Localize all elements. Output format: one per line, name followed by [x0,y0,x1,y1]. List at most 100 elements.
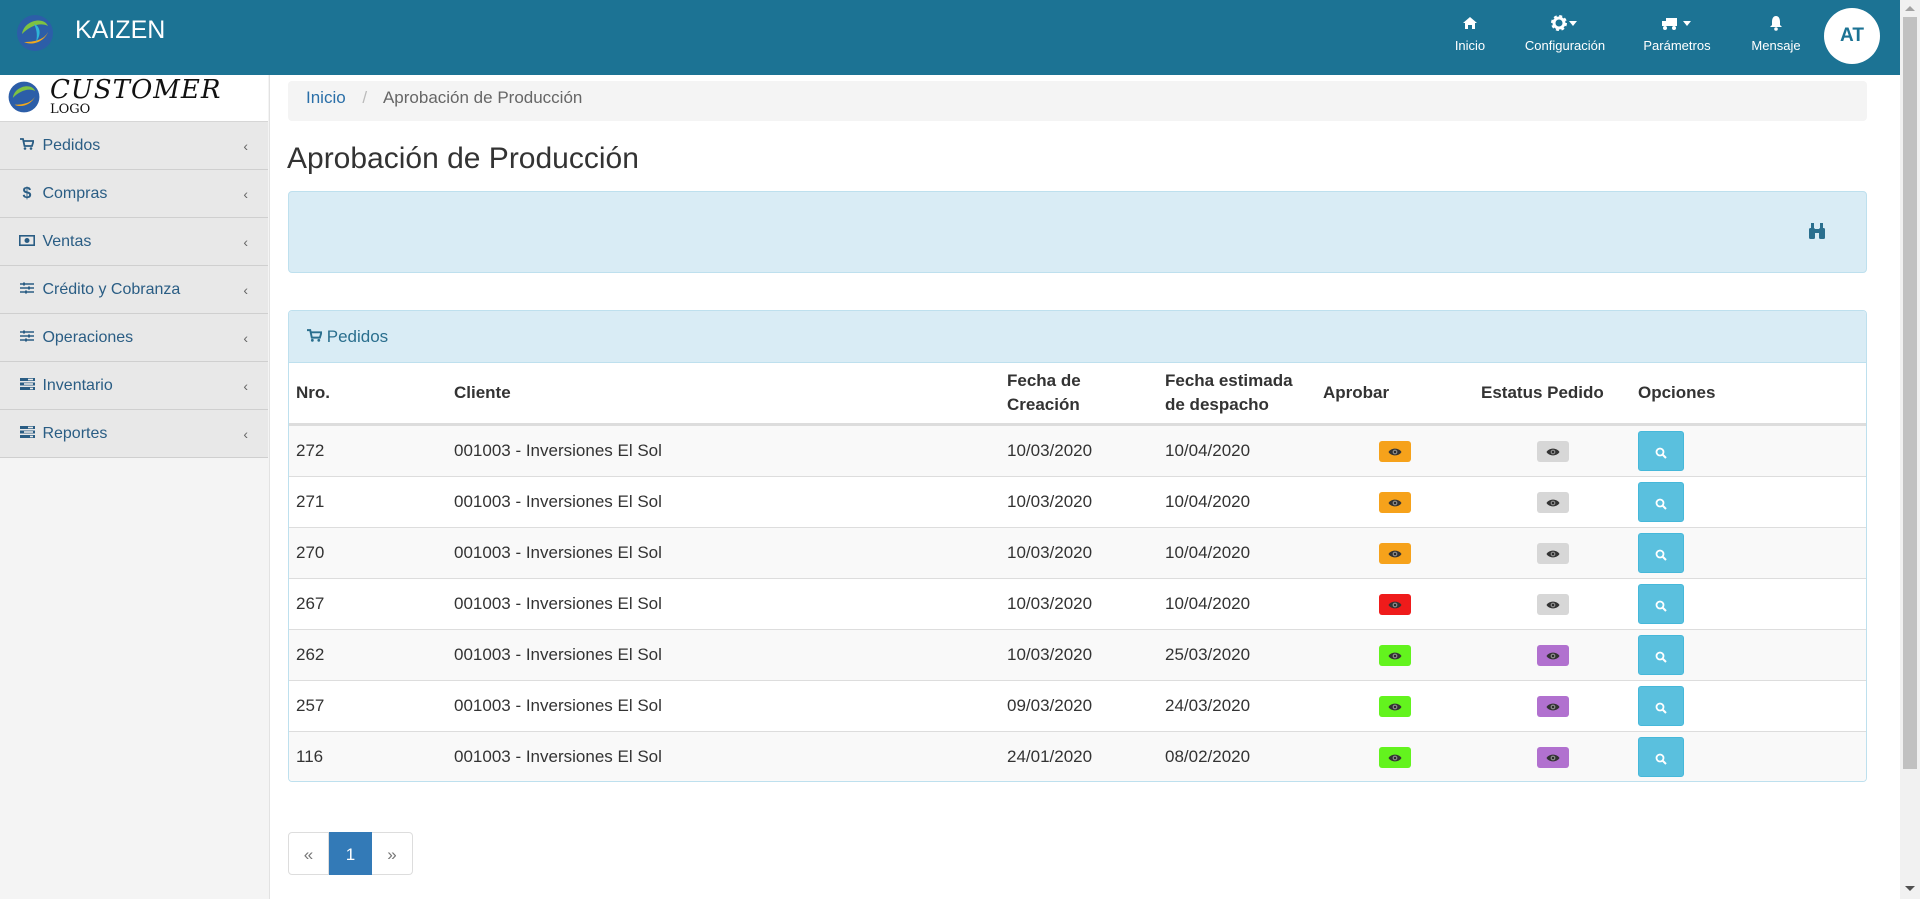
status-eye-badge[interactable] [1536,542,1569,564]
sidebar-item-operaciones[interactable]: Operaciones ‹ [0,314,268,362]
chevron-left-icon: ‹ [243,234,248,250]
cart-icon [19,122,35,170]
approve-eye-badge[interactable] [1379,542,1411,564]
column-header-fecha-despacho[interactable]: Fecha estimada de despacho [1158,363,1316,426]
table-row: 270 001003 - Inversiones El Sol 10/03/2020… [289,527,1866,579]
brand-name[interactable]: KAIZEN [75,16,165,45]
status-eye-badge[interactable] [1536,695,1569,717]
view-order-button[interactable] [1638,584,1684,624]
cell-cliente: 001003 - Inversiones El Sol [447,476,1000,528]
column-header-nro[interactable]: Nro. [289,363,447,426]
cell-nro: 116 [289,731,447,781]
table-row: 257 001003 - Inversiones El Sol 09/03/2020… [289,680,1866,732]
cell-fecha-creacion: 10/03/2020 [1000,476,1158,528]
column-header-estatus[interactable]: Estatus Pedido [1474,363,1631,426]
status-eye-badge[interactable] [1536,644,1569,666]
column-header-opciones[interactable]: Opciones [1631,363,1866,426]
orders-panel: Pedidos Nro. Cliente Fecha de Creación F… [288,310,1867,782]
eye-icon [1546,442,1560,461]
breadcrumb-current: Aprobación de Producción [382,88,583,107]
cell-fecha-despacho: 25/03/2020 [1158,629,1316,681]
search-icon [1655,442,1667,461]
eye-icon [1546,595,1560,614]
cell-nro: 267 [289,578,447,630]
eye-icon [1388,697,1402,716]
cell-nro: 272 [289,424,447,477]
kaizen-logo-icon[interactable] [14,12,56,54]
view-order-button[interactable] [1638,737,1684,777]
cell-nro: 257 [289,680,447,732]
cell-fecha-despacho: 10/04/2020 [1158,476,1316,528]
cell-opciones [1631,578,1866,630]
cell-nro: 262 [289,629,447,681]
tasks-icon [19,362,35,410]
search-icon [1655,544,1667,563]
scroll-down-arrow-icon[interactable] [1905,886,1915,891]
sidebar-item-credito-y-cobranza[interactable]: Crédito y Cobranza ‹ [0,266,268,314]
scrollbar[interactable] [1900,0,1920,899]
eye-icon [1546,493,1560,512]
cell-aprobar [1316,527,1474,579]
eye-icon [1546,646,1560,665]
view-order-button[interactable] [1638,686,1684,726]
eye-icon [1546,748,1560,767]
chevron-left-icon: ‹ [243,186,248,202]
sidebar-item-compras[interactable]: $ Compras ‹ [0,170,268,218]
status-eye-badge[interactable] [1536,746,1569,768]
scroll-up-arrow-icon[interactable] [1905,6,1915,11]
status-eye-badge[interactable] [1536,593,1569,615]
user-avatar[interactable]: AT [1824,8,1880,64]
pagination-page-1[interactable]: 1 [329,832,372,875]
cell-aprobar [1316,629,1474,681]
nav-mensaje-label: Mensaje [1751,38,1801,53]
nav-parametros[interactable]: Parámetros [1640,15,1714,53]
approve-eye-badge[interactable] [1379,746,1411,768]
binoculars-icon[interactable] [1808,222,1826,245]
pagination-prev[interactable]: « [288,832,329,875]
nav-mensaje[interactable]: Mensaje [1746,15,1806,53]
cell-estatus [1474,731,1631,781]
approve-eye-badge[interactable] [1379,593,1411,615]
search-icon [1655,493,1667,512]
table-header-row: Nro. Cliente Fecha de Creación Fecha est… [289,363,1866,426]
nav-inicio[interactable]: Inicio [1448,15,1492,53]
cell-aprobar [1316,476,1474,528]
approve-eye-badge[interactable] [1379,491,1411,513]
pagination-next[interactable]: » [372,832,413,875]
cell-opciones [1631,731,1866,781]
view-order-button[interactable] [1638,533,1684,573]
approve-eye-badge[interactable] [1379,644,1411,666]
eye-icon [1388,544,1402,563]
column-header-cliente[interactable]: Cliente [447,363,1000,426]
filter-panel [288,191,1867,273]
view-order-button[interactable] [1638,431,1684,471]
customer-logo-text: CUSTOMER [50,75,222,105]
cell-opciones [1631,629,1866,681]
cell-fecha-despacho: 10/04/2020 [1158,578,1316,630]
cell-fecha-despacho: 10/04/2020 [1158,527,1316,579]
sidebar-item-label: Crédito y Cobranza [42,281,181,298]
sidebar-item-ventas[interactable]: Ventas ‹ [0,218,268,266]
approve-eye-badge[interactable] [1379,440,1411,462]
eye-icon [1546,544,1560,563]
status-eye-badge[interactable] [1536,440,1569,462]
sidebar-item-inventario[interactable]: Inventario ‹ [0,362,268,410]
nav-parametros-label: Parámetros [1643,38,1711,53]
cell-nro: 271 [289,476,447,528]
cell-aprobar [1316,424,1474,477]
sidebar-item-label: Ventas [42,233,92,250]
column-header-fecha-creacion[interactable]: Fecha de Creación [1000,363,1158,426]
sidebar-item-reportes[interactable]: Reportes ‹ [0,410,268,458]
column-header-aprobar[interactable]: Aprobar [1316,363,1474,426]
view-order-button[interactable] [1638,482,1684,522]
status-eye-badge[interactable] [1536,491,1569,513]
sidebar-item-pedidos[interactable]: Pedidos ‹ [0,122,268,170]
scrollbar-thumb[interactable] [1903,17,1917,769]
view-order-button[interactable] [1638,635,1684,675]
cart-icon [307,327,323,346]
chevron-left-icon: ‹ [243,282,248,298]
nav-configuracion[interactable]: Configuración [1522,15,1608,53]
panel-title: Pedidos [326,327,389,346]
approve-eye-badge[interactable] [1379,695,1411,717]
breadcrumb-home-link[interactable]: Inicio [306,88,346,107]
